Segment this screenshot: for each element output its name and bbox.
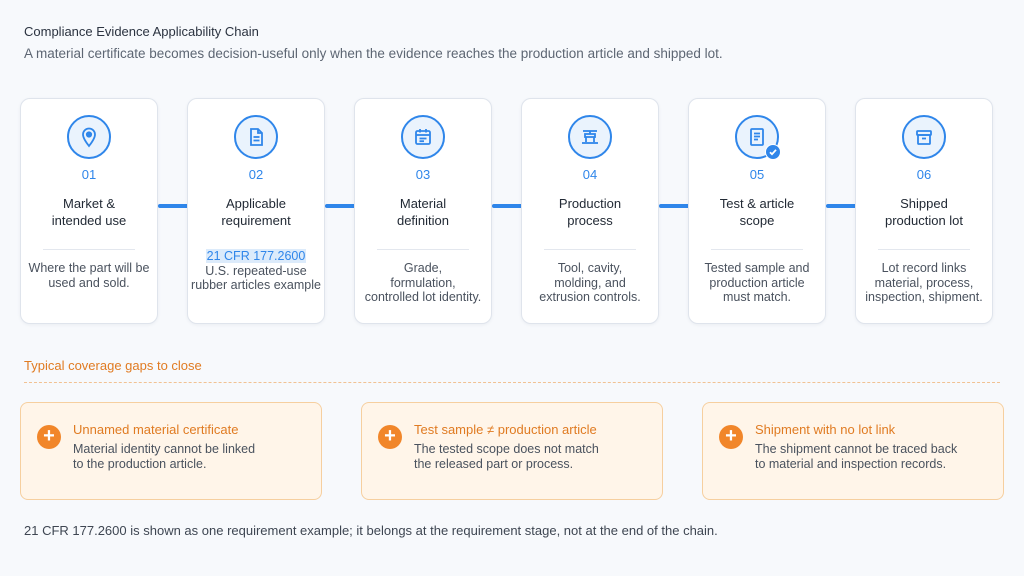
gap-title: Test sample ≠ production article xyxy=(414,422,597,437)
stage-label: Applicable requirement xyxy=(221,196,291,228)
chain-connector xyxy=(325,204,357,208)
divider xyxy=(43,249,135,250)
divider xyxy=(377,249,469,250)
divider xyxy=(711,249,803,250)
page-title: Compliance Evidence Applicability Chain xyxy=(24,24,259,39)
location-pin-icon xyxy=(67,115,111,159)
stage-card-requirement: 02 Applicable requirement 21 CFR 177.2600… xyxy=(187,98,325,324)
plus-icon: + xyxy=(378,425,402,449)
press-icon xyxy=(568,115,612,159)
stage-label: Market & intended use xyxy=(51,196,127,228)
stage-card-production: 04 Production process Tool, cavity, moldin… xyxy=(521,98,659,324)
chain-connector xyxy=(826,204,858,208)
stage-description: Tool, cavity, molding, and extrusion contr… xyxy=(539,261,641,304)
gap-description: Material identity cannot be linked to the… xyxy=(73,442,256,471)
stage-number: 05 xyxy=(749,167,765,182)
plus-icon: + xyxy=(719,425,743,449)
stage-number: 01 xyxy=(81,167,97,182)
stage-card-test-scope: 05 Test & article scope Tested sample and… xyxy=(688,98,826,324)
evidence-chain: 01 Market & intended use Where the part w… xyxy=(20,98,994,324)
gaps-heading: Typical coverage gaps to close xyxy=(24,358,202,373)
divider xyxy=(544,249,636,250)
stage-number: 04 xyxy=(582,167,598,182)
stage-description: Where the part will be used and sold. xyxy=(28,261,150,290)
gap-card: + Unnamed material certificate Material … xyxy=(20,402,322,500)
stage-number: 06 xyxy=(916,167,932,182)
gap-title: Unnamed material certificate xyxy=(73,422,239,437)
calendar-icon xyxy=(401,115,445,159)
divider xyxy=(878,249,970,250)
stage-description: Lot record links material, process, inspec… xyxy=(865,261,983,304)
stage-description: Grade, formulation, controlled lot identit… xyxy=(364,261,482,304)
gap-card: + Shipment with no lot link The shipment… xyxy=(702,402,1004,500)
gap-description: The tested scope does not match the relea… xyxy=(414,442,599,471)
stage-label: Test & article scope xyxy=(719,196,795,228)
gap-title: Shipment with no lot link xyxy=(755,422,896,437)
stage-number: 02 xyxy=(248,167,264,182)
stage-description: 21 CFR 177.2600 U.S. repeated-use rubber … xyxy=(191,249,321,292)
box-icon xyxy=(902,115,946,159)
plus-icon: + xyxy=(37,425,61,449)
verified-document-icon xyxy=(735,115,781,160)
chain-connector xyxy=(492,204,524,208)
stage-number: 03 xyxy=(415,167,431,182)
stage-label: Production process xyxy=(558,196,622,228)
dashed-divider xyxy=(24,382,1000,383)
stage-card-market: 01 Market & intended use Where the part w… xyxy=(20,98,158,324)
gap-card: + Test sample ≠ production article The t… xyxy=(361,402,663,500)
stage-card-material: 03 Material definition Grade, formulation,… xyxy=(354,98,492,324)
stage-label: Shipped production lot xyxy=(884,196,964,228)
chain-connector xyxy=(659,204,691,208)
page-subtitle: A material certificate becomes decision-… xyxy=(24,46,723,61)
chain-connector xyxy=(158,204,190,208)
checkmark-icon xyxy=(765,144,781,160)
regulation-reference: 21 CFR 177.2600 xyxy=(205,249,307,263)
gap-description: The shipment cannot be traced back to mat… xyxy=(755,442,958,471)
footnote: 21 CFR 177.2600 is shown as one requirem… xyxy=(24,523,718,538)
document-icon xyxy=(234,115,278,159)
stage-description: Tested sample and production article must … xyxy=(704,261,810,304)
stage-card-shipped-lot: 06 Shipped production lot Lot record link… xyxy=(855,98,993,324)
stage-label: Material definition xyxy=(396,196,450,228)
